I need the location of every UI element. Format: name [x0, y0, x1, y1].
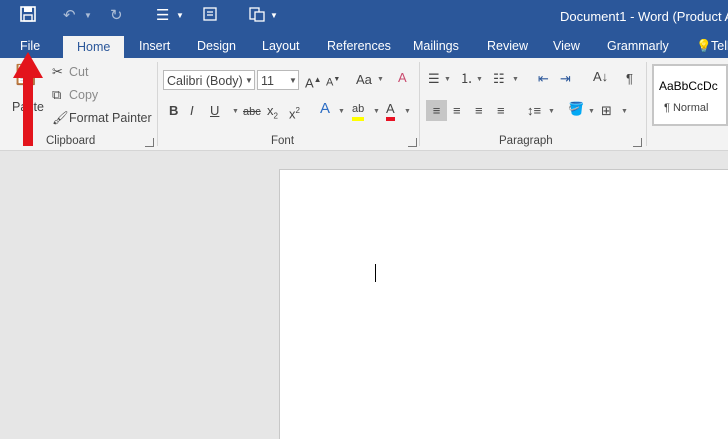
sort-icon[interactable]: A↓: [593, 69, 608, 85]
clipboard-group-label: Clipboard: [46, 135, 96, 147]
copy-button[interactable]: Copy: [69, 88, 98, 102]
cut-button[interactable]: Cut: [69, 65, 88, 79]
customize-qat-icon[interactable]: ▼: [270, 6, 278, 26]
bold-icon[interactable]: B: [169, 103, 178, 119]
paragraph-group-label: Paragraph: [499, 135, 553, 147]
change-case-icon[interactable]: Aa: [356, 72, 372, 88]
group-divider: [419, 62, 420, 146]
list-dropdown-icon[interactable]: ▼: [176, 6, 184, 26]
line-spacing-dropdown-icon[interactable]: ▼: [548, 108, 555, 115]
style-preview: AaBbCcDc: [659, 79, 718, 93]
tab-mailings[interactable]: Mailings: [413, 34, 459, 58]
red-arrow-annotation: [13, 52, 43, 146]
text-cursor: [375, 264, 376, 282]
justify-icon[interactable]: ≡: [497, 103, 505, 119]
style-normal[interactable]: AaBbCcDc ¶ Normal: [652, 64, 728, 126]
grow-font-icon[interactable]: A▲: [305, 72, 322, 91]
tab-grammarly[interactable]: Grammarly: [607, 34, 669, 58]
font-size-dropdown-icon[interactable]: ▼: [289, 76, 297, 85]
undo-icon[interactable]: ↶: [63, 6, 76, 26]
group-divider: [157, 62, 158, 146]
text-effects-dropdown-icon[interactable]: ▼: [338, 108, 345, 115]
tab-home[interactable]: Home: [63, 36, 125, 58]
redo-icon[interactable]: ↻: [110, 6, 123, 26]
change-case-dropdown-icon[interactable]: ▼: [377, 76, 384, 83]
numbering-icon[interactable]: ⒈: [460, 71, 473, 87]
font-launcher-icon[interactable]: .: [408, 138, 417, 147]
font-name-dropdown-icon[interactable]: ▼: [245, 76, 253, 85]
format-painter-button[interactable]: Format Painter: [69, 111, 152, 125]
save-icon[interactable]: [20, 6, 36, 26]
clipboard-launcher-icon[interactable]: .: [145, 138, 154, 147]
strikethrough-icon[interactable]: abc: [243, 104, 261, 120]
align-right-icon[interactable]: ≡: [475, 103, 483, 119]
paragraph-launcher-icon[interactable]: .: [633, 138, 642, 147]
shading-icon[interactable]: 🪣: [568, 101, 584, 117]
decrease-indent-icon[interactable]: ⇤: [538, 71, 549, 87]
bullets-icon[interactable]: ☰: [428, 71, 440, 87]
shrink-font-icon[interactable]: A▼: [326, 72, 340, 91]
scissors-icon[interactable]: ✂: [52, 64, 63, 80]
multilevel-dropdown-icon[interactable]: ▼: [512, 76, 519, 83]
format-painter-icon[interactable]: 🖌: [52, 110, 69, 126]
show-formatting-icon[interactable]: ¶: [626, 71, 633, 87]
underline-icon[interactable]: U: [210, 103, 219, 119]
tab-references[interactable]: References: [327, 34, 391, 58]
group-divider: [646, 62, 647, 146]
undo-dropdown-icon[interactable]: ▼: [84, 6, 92, 26]
font-color-icon[interactable]: A: [386, 101, 395, 121]
tab-layout[interactable]: Layout: [262, 34, 300, 58]
tell-me-search[interactable]: Tell: [711, 34, 728, 58]
font-color-dropdown-icon[interactable]: ▼: [404, 108, 411, 115]
shading-dropdown-icon[interactable]: ▼: [588, 108, 595, 115]
font-size-value: 11: [261, 74, 274, 88]
subscript-icon[interactable]: x2: [267, 103, 278, 125]
tab-review[interactable]: Review: [487, 34, 528, 58]
font-name-value: Calibri (Body): [167, 74, 243, 88]
highlight-dropdown-icon[interactable]: ▼: [373, 108, 380, 115]
copy-icon[interactable]: ⧉: [52, 87, 61, 103]
borders-dropdown-icon[interactable]: ▼: [621, 108, 628, 115]
window-title: Document1 - Word (Product Ac: [560, 9, 728, 24]
clear-formatting-icon[interactable]: A: [398, 70, 407, 86]
print-preview-icon[interactable]: [248, 6, 266, 26]
align-left-icon[interactable]: ≡: [426, 100, 447, 121]
tab-view[interactable]: View: [553, 34, 580, 58]
font-group-label: Font: [271, 135, 295, 147]
ribbon-tabs: File Home Insert Design Layout Reference…: [0, 34, 728, 58]
style-name-label: ¶ Normal: [664, 102, 709, 114]
bullets-dropdown-icon[interactable]: ▼: [444, 76, 451, 83]
list-view-icon[interactable]: ☰: [156, 6, 169, 26]
title-bar: ↶ ▼ ↻ ☰ ▼ ▼ Document1 - Word (Product Ac: [0, 0, 728, 34]
lightbulb-icon: 💡: [696, 39, 712, 53]
multilevel-list-icon[interactable]: ☷: [493, 71, 505, 87]
increase-indent-icon[interactable]: ⇥: [560, 71, 571, 87]
document-page[interactable]: [279, 169, 728, 439]
tab-insert[interactable]: Insert: [139, 34, 170, 58]
numbering-dropdown-icon[interactable]: ▼: [476, 76, 483, 83]
text-effects-icon[interactable]: A: [320, 101, 330, 117]
align-center-icon[interactable]: ≡: [453, 103, 461, 119]
superscript-icon[interactable]: x2: [289, 103, 300, 122]
ribbon-home: 📋 Paste ▼ ✂ Cut ⧉ Copy 🖌 Format Painter …: [0, 58, 728, 151]
underline-dropdown-icon[interactable]: ▼: [232, 108, 239, 115]
italic-icon[interactable]: I: [190, 103, 194, 119]
font-name-combo[interactable]: Calibri (Body): [163, 70, 255, 90]
highlight-icon[interactable]: ab: [352, 101, 365, 121]
line-spacing-icon[interactable]: ↕≡: [527, 103, 541, 119]
touch-mode-icon[interactable]: [202, 6, 218, 26]
tab-design[interactable]: Design: [197, 34, 236, 58]
borders-icon[interactable]: ⊞: [601, 103, 612, 119]
